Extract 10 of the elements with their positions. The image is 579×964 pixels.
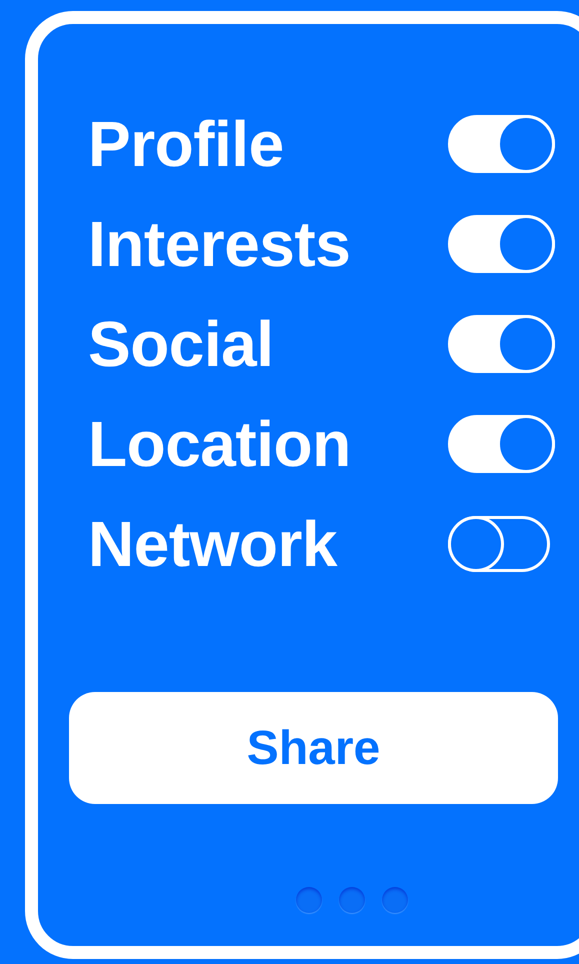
setting-label: Profile — [88, 112, 284, 176]
setting-label: Social — [88, 312, 274, 376]
pager-dot[interactable] — [296, 887, 322, 913]
pager-dot[interactable] — [382, 887, 408, 913]
setting-label: Network — [88, 512, 337, 576]
share-button[interactable]: Share — [69, 692, 558, 804]
toggle-switch[interactable] — [448, 516, 550, 572]
pager-dot[interactable] — [339, 887, 365, 913]
setting-label: Interests — [88, 212, 350, 276]
setting-label: Location — [88, 412, 351, 476]
